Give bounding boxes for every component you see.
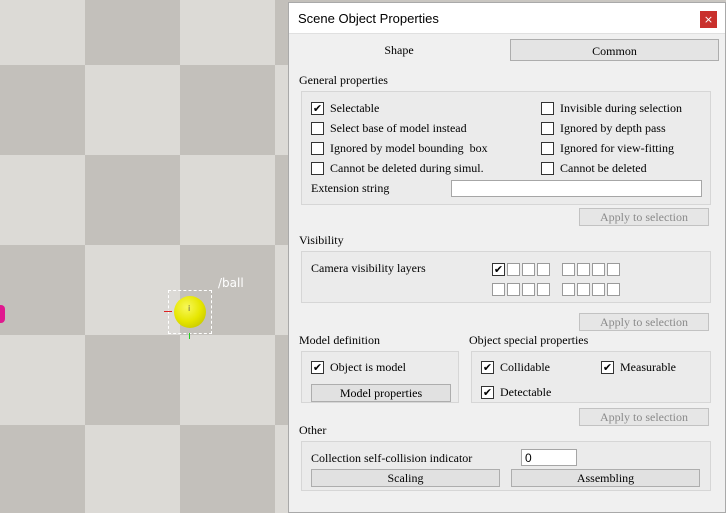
camera-layer-checkbox[interactable] (592, 283, 605, 296)
other-group: Collection self-collision indicator Scal… (301, 441, 711, 491)
cannot-delete-simul-label: Cannot be deleted during simul. (330, 161, 484, 175)
floor-tile (180, 155, 275, 245)
cannot-delete-checkbox[interactable] (541, 162, 554, 175)
floor-tile (180, 425, 275, 513)
object-name-label: /ball (218, 276, 244, 290)
cannot-delete-label: Cannot be deleted (560, 161, 647, 175)
special-properties-group: ✔ Collidable ✔ Measurable ✔ Detectable (471, 351, 711, 403)
camera-layer-checkbox[interactable] (507, 283, 520, 296)
camera-layer-checkbox[interactable]: ✔ (492, 263, 505, 276)
floor-tile (85, 65, 180, 155)
floor-tile (85, 425, 180, 513)
floor-tile (0, 335, 85, 425)
general-apply-button[interactable]: Apply to selection (579, 208, 709, 226)
close-icon[interactable]: × (700, 11, 717, 28)
general-properties-group: ✔ Selectable Invisible during selection … (301, 91, 711, 205)
floor-tile (0, 0, 85, 65)
detectable-checkbox[interactable]: ✔ (481, 386, 494, 399)
visibility-group: Camera visibility layers ✔ (301, 251, 711, 303)
camera-layer-checkbox[interactable] (522, 283, 535, 296)
camera-layer-checkbox[interactable] (577, 283, 590, 296)
y-axis-indicator (189, 333, 190, 339)
ignored-bounding-box-checkbox[interactable] (311, 142, 324, 155)
camera-layer-checkbox[interactable] (562, 263, 575, 276)
camera-layer-checkbox[interactable] (577, 263, 590, 276)
tab-bar: Shape Common (289, 39, 719, 61)
camera-layer-checkbox[interactable] (537, 283, 550, 296)
camera-layer-checkbox[interactable] (592, 263, 605, 276)
measurable-label: Measurable (620, 360, 676, 374)
model-properties-button[interactable]: Model properties (311, 384, 451, 402)
camera-layer-checkbox[interactable] (522, 263, 535, 276)
scaling-button[interactable]: Scaling (311, 469, 500, 487)
ignored-view-fitting-label: Ignored for view-fitting (560, 141, 674, 155)
camera-layer-checkbox[interactable] (607, 263, 620, 276)
visibility-heading: Visibility (299, 233, 344, 247)
floor-tile (0, 245, 85, 335)
invisible-during-selection-label: Invisible during selection (560, 101, 682, 115)
floor-tile (85, 335, 180, 425)
other-heading: Other (299, 423, 327, 437)
invisible-during-selection-checkbox[interactable] (541, 102, 554, 115)
floor-tile (85, 0, 180, 65)
model-definition-heading: Model definition (299, 333, 380, 347)
ignored-bounding-box-label: Ignored by model bounding box (330, 141, 488, 155)
floor-tile (180, 335, 275, 425)
camera-layer-checkbox[interactable] (607, 283, 620, 296)
offscreen-object-marker (0, 305, 5, 323)
extension-string-label: Extension string (311, 181, 390, 195)
ignored-view-fitting-checkbox[interactable] (541, 142, 554, 155)
floor-tile (85, 155, 180, 245)
special-properties-heading: Object special properties (469, 333, 589, 347)
measurable-checkbox[interactable]: ✔ (601, 361, 614, 374)
collision-indicator-label: Collection self-collision indicator (311, 451, 473, 465)
ignored-depth-pass-label: Ignored by depth pass (560, 121, 666, 135)
general-properties-heading: General properties (299, 73, 388, 87)
extension-string-input[interactable] (451, 180, 702, 197)
cannot-delete-simul-checkbox[interactable] (311, 162, 324, 175)
ball-dot: i (188, 304, 191, 313)
floor-tile (180, 0, 275, 65)
ignored-depth-pass-checkbox[interactable] (541, 122, 554, 135)
visibility-apply-button[interactable]: Apply to selection (579, 313, 709, 331)
floor-tile (0, 65, 85, 155)
select-base-checkbox[interactable] (311, 122, 324, 135)
scene-object-properties-dialog: Scene Object Properties × Shape Common G… (288, 2, 726, 513)
floor-tile (0, 425, 85, 513)
camera-layer-checkbox[interactable] (562, 283, 575, 296)
ball-selection-box[interactable]: i (168, 290, 212, 334)
object-is-model-checkbox[interactable]: ✔ (311, 361, 324, 374)
special-apply-button[interactable]: Apply to selection (579, 408, 709, 426)
selectable-checkbox[interactable]: ✔ (311, 102, 324, 115)
model-definition-group: ✔ Object is model Model properties (301, 351, 459, 403)
collision-indicator-input[interactable] (521, 449, 577, 466)
dialog-title: Scene Object Properties (298, 11, 439, 26)
camera-layer-checkbox[interactable] (507, 263, 520, 276)
tab-common[interactable]: Common (510, 39, 719, 61)
assembling-button[interactable]: Assembling (511, 469, 700, 487)
collidable-label: Collidable (500, 360, 550, 374)
floor-tile (85, 245, 180, 335)
detectable-label: Detectable (500, 385, 552, 399)
object-is-model-label: Object is model (330, 360, 406, 374)
x-axis-indicator (164, 311, 172, 312)
camera-layer-checkbox[interactable] (492, 283, 505, 296)
floor-tile (0, 155, 85, 245)
camera-visibility-layers-label: Camera visibility layers (311, 261, 426, 275)
selectable-label: Selectable (330, 101, 380, 115)
dialog-titlebar[interactable]: Scene Object Properties × (289, 3, 725, 34)
floor-tile (180, 65, 275, 155)
camera-layer-checkbox[interactable] (537, 263, 550, 276)
collidable-checkbox[interactable]: ✔ (481, 361, 494, 374)
select-base-label: Select base of model instead (330, 121, 467, 135)
tab-shape[interactable]: Shape (289, 39, 509, 61)
ball-object[interactable]: i (174, 296, 206, 328)
